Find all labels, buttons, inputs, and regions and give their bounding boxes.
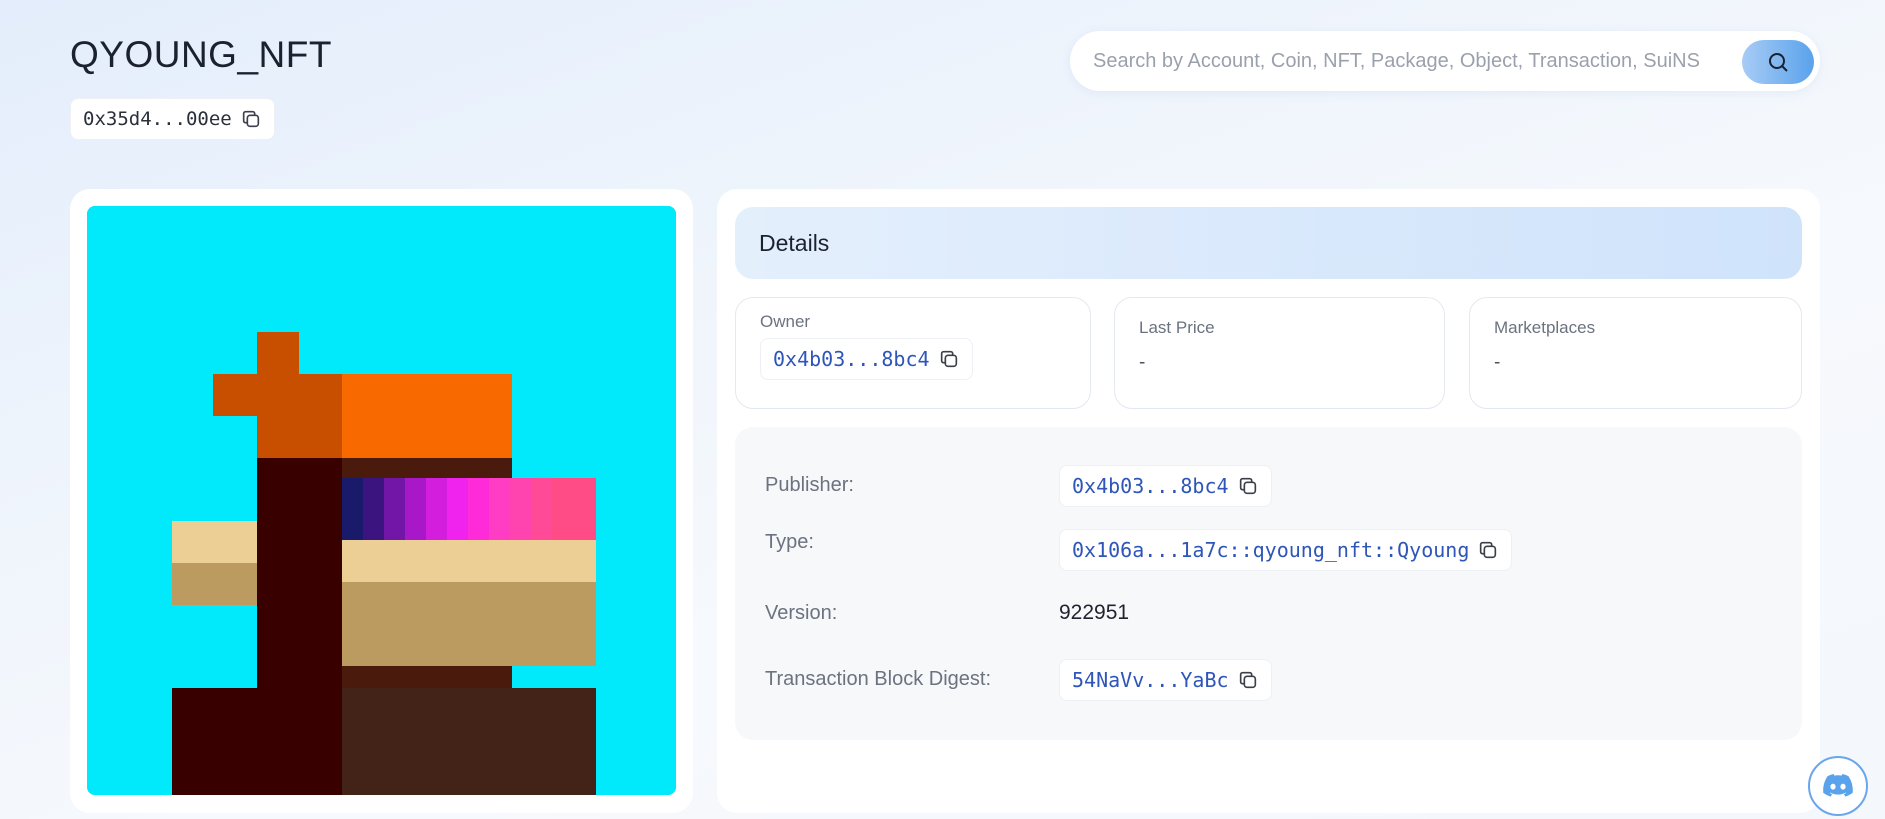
search-input[interactable]	[1093, 49, 1733, 73]
publisher-address[interactable]: 0x4b03...8bc4	[1072, 474, 1229, 498]
type-chip[interactable]: 0x106a...1a7c::qyoung_nft::Qyoung	[1059, 529, 1513, 571]
type-label: Type:	[765, 531, 814, 553]
publisher-address-chip[interactable]: 0x4b03...8bc4	[1059, 465, 1272, 507]
copy-icon[interactable]	[1477, 539, 1499, 561]
version-value: 922951	[1059, 601, 1130, 624]
search-button[interactable]	[1742, 40, 1814, 84]
type-value[interactable]: 0x106a...1a7c::qyoung_nft::Qyoung	[1072, 538, 1469, 562]
owner-address-chip[interactable]: 0x4b03...8bc4	[760, 338, 973, 380]
page-title: QYOUNG_NFT	[70, 34, 332, 75]
last-price-label: Last Price	[1139, 318, 1215, 337]
object-id: 0x35d4...00ee	[83, 108, 232, 130]
publisher-label: Publisher:	[765, 474, 854, 496]
digest-value[interactable]: 54NaVv...YaBc	[1072, 668, 1229, 692]
search-icon	[1769, 53, 1788, 72]
marketplaces-value: -	[1494, 352, 1501, 373]
copy-icon[interactable]	[938, 348, 960, 370]
search-bar	[1070, 31, 1820, 91]
version-label: Version:	[765, 602, 838, 624]
nft-image[interactable]	[87, 206, 676, 795]
copy-icon[interactable]	[240, 108, 262, 130]
nft-image-card	[70, 189, 693, 813]
owner-address[interactable]: 0x4b03...8bc4	[773, 347, 930, 371]
owner-label: Owner	[760, 312, 811, 331]
details-heading: Details	[735, 207, 1802, 279]
discord-button[interactable]	[1808, 756, 1868, 816]
owner-stat: Owner 0x4b03...8bc4	[735, 297, 1091, 409]
last-price-stat: Last Price -	[1114, 297, 1445, 409]
object-id-chip: 0x35d4...00ee	[70, 98, 275, 140]
digest-label: Transaction Block Digest:	[765, 668, 992, 690]
discord-icon	[1823, 774, 1853, 797]
details-card: Details Owner 0x4b03...8bc4 Last Price -…	[717, 189, 1820, 813]
copy-icon[interactable]	[1237, 669, 1259, 691]
object-info-panel: Publisher: 0x4b03...8bc4 Type: 0x106a...…	[735, 427, 1802, 740]
marketplaces-label: Marketplaces	[1494, 318, 1596, 337]
copy-icon[interactable]	[1237, 475, 1259, 497]
marketplaces-stat: Marketplaces -	[1469, 297, 1802, 409]
last-price-value: -	[1139, 352, 1146, 373]
digest-chip[interactable]: 54NaVv...YaBc	[1059, 659, 1272, 701]
